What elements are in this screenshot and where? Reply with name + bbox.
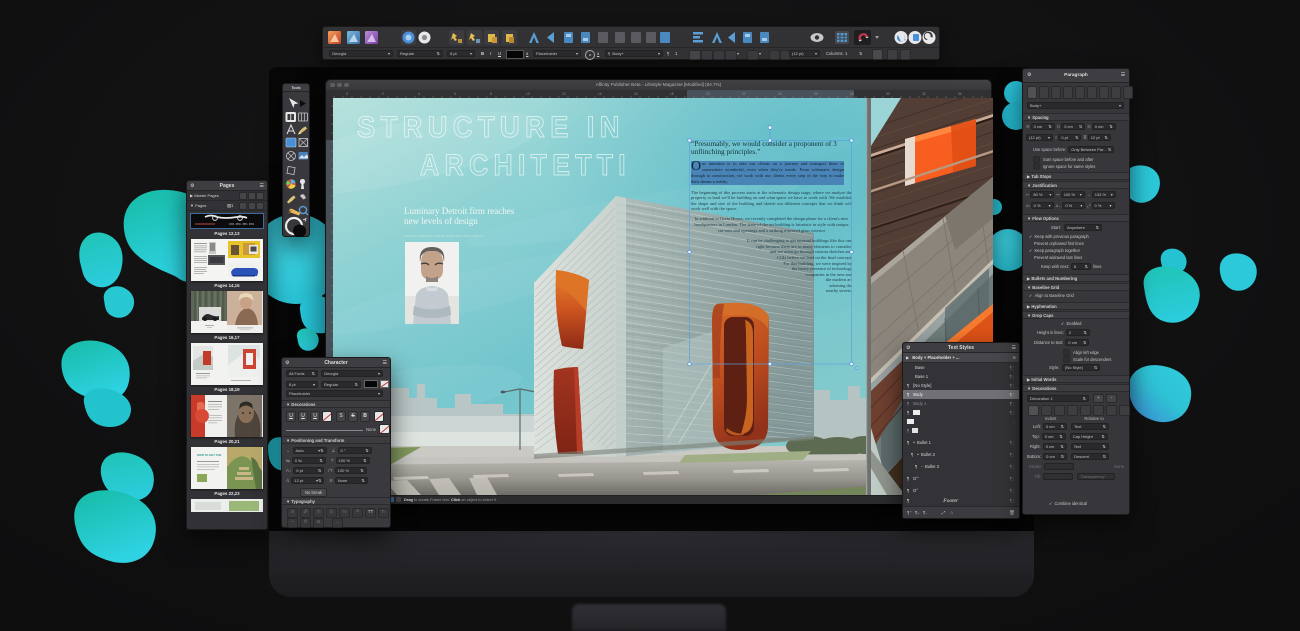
svg-text:34: 34 [958, 92, 962, 96]
svg-text:32: 32 [922, 92, 926, 96]
svg-text:6: 6 [454, 92, 456, 96]
svg-text:26: 26 [814, 92, 818, 96]
svg-text:HOW TO GET THE: HOW TO GET THE [197, 453, 221, 457]
svg-text:18: 18 [670, 92, 674, 96]
svg-text:22: 22 [742, 92, 746, 96]
svg-text:30: 30 [886, 92, 890, 96]
svg-text:14: 14 [598, 92, 602, 96]
svg-text:10: 10 [526, 92, 530, 96]
svg-text:0: 0 [346, 92, 348, 96]
svg-text:4: 4 [418, 92, 420, 96]
svg-text:16: 16 [634, 92, 638, 96]
svg-text:8: 8 [490, 92, 492, 96]
svg-text:24: 24 [778, 92, 782, 96]
svg-text:2: 2 [382, 92, 384, 96]
svg-text:20: 20 [706, 92, 710, 96]
svg-text:15% 25% 35% 45%: 15% 25% 35% 45% [229, 222, 255, 226]
svg-text:28: 28 [850, 92, 854, 96]
svg-text:12: 12 [562, 92, 566, 96]
